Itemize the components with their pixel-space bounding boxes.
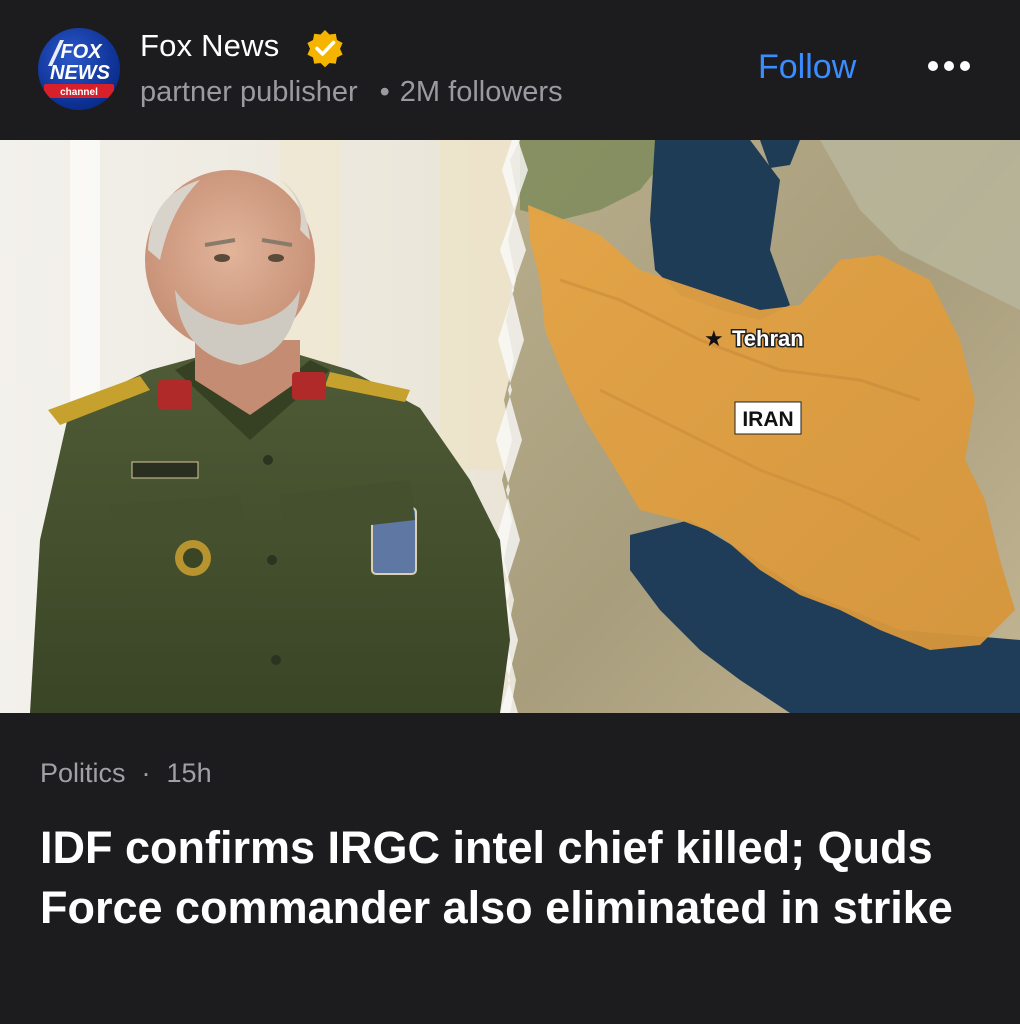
article-age: 15h (166, 758, 212, 788)
meta-separator: · (141, 758, 151, 788)
verified-badge-icon (305, 28, 345, 68)
publisher-type: partner publisher (140, 76, 358, 108)
publisher-name[interactable]: Fox News (140, 28, 279, 64)
article-category[interactable]: Politics (40, 758, 126, 788)
publisher-header: FOX NEWS channel Fox News partner publis… (0, 0, 1020, 140)
subtitle-separator: • (379, 76, 390, 108)
map-label-city: Tehran (732, 326, 804, 351)
logo-text-top: FOX (60, 41, 103, 63)
logo-text-channel: channel (60, 87, 98, 98)
article-hero-image[interactable]: ★ Tehran IRAN (0, 140, 1020, 713)
article-meta: Politics · 15h (40, 758, 212, 789)
article-headline[interactable]: IDF confirms IRGC intel chief killed; Qu… (40, 818, 990, 938)
fox-news-logo[interactable]: FOX NEWS channel (38, 28, 120, 110)
tehran-star-icon: ★ (704, 327, 724, 352)
map-label-country: IRAN (742, 408, 793, 431)
follower-count: 2M followers (399, 76, 563, 108)
more-options-icon[interactable] (922, 46, 976, 86)
logo-text-bottom: NEWS (50, 62, 111, 84)
news-card[interactable]: FOX NEWS channel Fox News partner publis… (0, 0, 1020, 1024)
follow-button[interactable]: Follow (758, 48, 856, 87)
publisher-subtitle: partner publisher • 2M followers (140, 76, 563, 109)
